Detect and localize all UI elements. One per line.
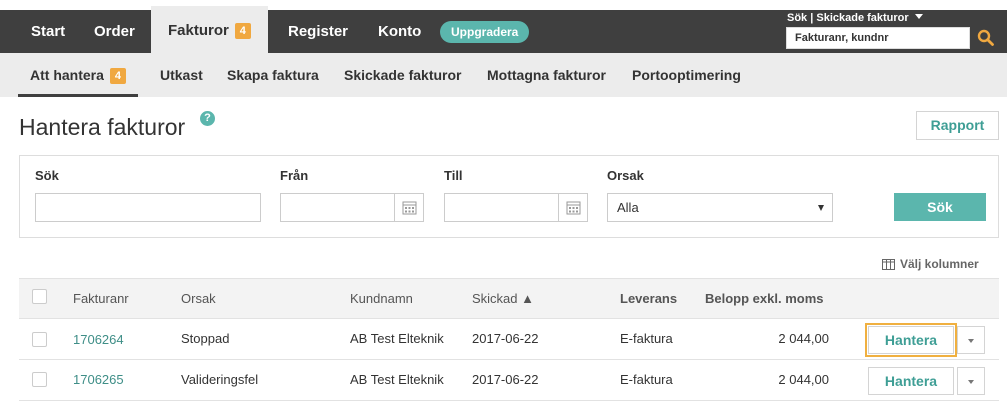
table-row: 1706265 Valideringsfel AB Test Elteknik … [19, 360, 999, 401]
calendar-icon[interactable] [559, 193, 588, 222]
sent-date-cell: 2017-06-22 [472, 331, 539, 346]
subnav-item-skickade-fakturor[interactable]: Skickade fakturor [344, 53, 462, 97]
subnav-item-utkast[interactable]: Utkast [160, 53, 203, 97]
subnav-item-mottagna-fakturor[interactable]: Mottagna fakturor [487, 53, 606, 97]
subnav-item-label: Mottagna fakturor [487, 67, 606, 83]
top-navigation: Start Order Fakturor 4 Register Konto Upp… [0, 6, 1007, 53]
column-header-invoice[interactable]: Fakturanr [73, 279, 129, 319]
sent-date-cell: 2017-06-22 [472, 372, 539, 387]
nav-item-label: Order [94, 23, 135, 40]
row-checkbox[interactable] [32, 332, 47, 347]
amount-cell: 2 044,00 [778, 372, 829, 387]
nav-item-label: Start [31, 23, 66, 40]
page-title: Hantera fakturor [19, 114, 186, 140]
subnav-item-skapa-faktura[interactable]: Skapa faktura [227, 53, 319, 97]
subnav-item-label: Skickade fakturor [344, 67, 462, 83]
from-date-field[interactable] [280, 193, 395, 222]
nav-item-register[interactable]: Register [288, 10, 348, 53]
count-badge: 4 [234, 23, 251, 39]
row-actions-dropdown[interactable] [957, 367, 985, 395]
column-header-sent[interactable]: Skickad ▲ [472, 279, 534, 319]
calendar-icon[interactable] [395, 193, 424, 222]
table-row: 1706264 Stoppad AB Test Elteknik 2017-06… [19, 319, 999, 360]
help-icon[interactable]: ? [200, 111, 215, 126]
search-label: Sök [35, 168, 59, 183]
customer-cell: AB Test Elteknik [350, 331, 444, 346]
search-mode-dropdown[interactable]: Sök | Skickade fakturor [787, 11, 923, 25]
upgrade-button[interactable]: Uppgradera [440, 21, 530, 43]
search-field[interactable] [35, 193, 261, 222]
reason-cell: Valideringsfel [181, 372, 259, 387]
column-header-customer[interactable]: Kundnamn [350, 279, 413, 319]
reason-select[interactable]: Alla [607, 193, 833, 222]
search-mode-label: Sök | Skickade fakturor [787, 12, 909, 24]
from-label: Från [280, 168, 309, 183]
global-search-input[interactable] [786, 27, 970, 49]
to-date-field[interactable] [444, 193, 559, 222]
delivery-cell: E-faktura [620, 372, 673, 387]
search-button[interactable]: Sök [894, 193, 986, 221]
to-label: Till [444, 168, 463, 183]
nav-item-start[interactable]: Start [31, 10, 65, 53]
nav-item-label: Fakturor [168, 22, 229, 39]
handle-button[interactable]: Hantera [868, 367, 954, 395]
subnav-item-portooptimering[interactable]: Portooptimering [632, 53, 741, 97]
row-actions-dropdown[interactable] [957, 326, 985, 354]
column-header-amount[interactable]: Belopp exkl. moms [705, 279, 823, 319]
sub-navigation: Att hantera 4 Utkast Skapa faktura Skicka… [0, 53, 1007, 97]
choose-columns-label: Välj kolumner [900, 257, 979, 271]
chevron-down-icon [818, 205, 824, 211]
nav-item-label: Register [288, 23, 349, 40]
report-button[interactable]: Rapport [916, 111, 999, 140]
chevron-down-icon [968, 380, 974, 384]
amount-cell: 2 044,00 [778, 331, 829, 346]
nav-item-label: Konto [378, 23, 422, 40]
column-header-delivery[interactable]: Leverans [620, 279, 677, 319]
reason-cell: Stoppad [181, 331, 230, 346]
nav-item-konto[interactable]: Konto [378, 10, 421, 53]
columns-icon [882, 259, 895, 270]
reason-select-value: Alla [617, 200, 639, 215]
caret-down-icon [914, 14, 923, 19]
table-header: Fakturanr Orsak Kundnamn Skickad ▲ Lever… [19, 278, 999, 319]
select-all-checkbox[interactable] [32, 289, 47, 304]
search-icon[interactable] [977, 29, 995, 47]
column-header-reason[interactable]: Orsak [181, 279, 216, 319]
nav-item-fakturor[interactable]: Fakturor 4 [151, 6, 268, 53]
row-checkbox[interactable] [32, 372, 47, 387]
chevron-down-icon [968, 339, 974, 343]
choose-columns-button[interactable]: Välj kolumner [882, 257, 979, 271]
customer-cell: AB Test Elteknik [350, 372, 444, 387]
subnav-item-att-hantera[interactable]: Att hantera 4 [18, 53, 138, 97]
filter-panel: Sök Från Till Orsak Alla Sök [19, 155, 999, 238]
invoice-number-link[interactable]: 1706265 [73, 360, 124, 400]
nav-item-order[interactable]: Order [94, 10, 135, 53]
subnav-item-label: Utkast [160, 67, 203, 83]
handle-button[interactable]: Hantera [865, 323, 957, 357]
subnav-item-label: Portooptimering [632, 67, 741, 83]
delivery-cell: E-faktura [620, 331, 673, 346]
invoice-number-link[interactable]: 1706264 [73, 320, 124, 360]
reason-label: Orsak [607, 168, 644, 183]
subnav-item-label: Skapa faktura [227, 67, 319, 83]
subnav-item-label: Att hantera [30, 67, 104, 83]
count-badge: 4 [109, 68, 126, 84]
